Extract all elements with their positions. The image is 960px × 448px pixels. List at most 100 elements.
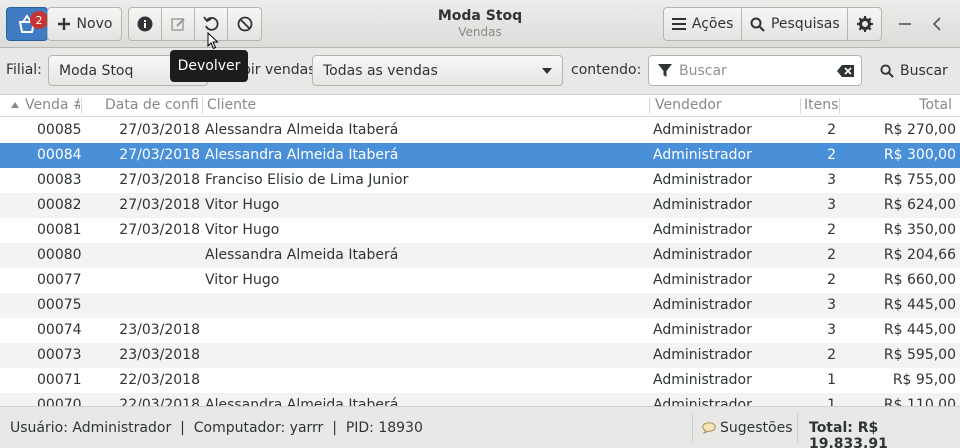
sales-filter-select[interactable]: Todas as vendas — [312, 55, 563, 86]
cancel-icon — [237, 16, 252, 32]
table-row[interactable]: 00070 22/03/2018 Alessandra Almeida Itaber… — [0, 393, 960, 406]
status-divider — [692, 413, 693, 443]
cell-vendedor: Administrador — [653, 247, 752, 263]
back-button[interactable] — [925, 12, 949, 36]
column-divider — [649, 98, 650, 114]
search-icon — [880, 63, 894, 78]
cell-venda: 00083 — [37, 172, 82, 188]
cell-cliente: Alessandra Almeida Itaberá — [205, 247, 399, 263]
suggestions-label: Sugestões — [720, 420, 793, 436]
cell-total: R$ 110,00 — [883, 397, 956, 406]
cell-cliente: Franciso Elisio de Lima Junior — [205, 172, 409, 188]
header-bar: 2 Novo Moda Stoq Vendas Ações Pesquisas — [0, 0, 960, 48]
menu-group: Ações Pesquisas — [663, 7, 882, 41]
table-row[interactable]: 00074 23/03/2018 Administrador 3 R$ 445,00 — [0, 318, 960, 343]
column-header-cliente[interactable]: Cliente — [207, 97, 637, 117]
cell-itens: 3 — [827, 197, 836, 213]
cell-total: R$ 270,00 — [883, 122, 956, 138]
column-header-vendedor[interactable]: Vendedor — [655, 97, 795, 117]
cell-cliente: Vitor Hugo — [205, 222, 280, 238]
cell-itens: 2 — [827, 222, 836, 238]
table-row[interactable]: 00075 Administrador 3 R$ 445,00 — [0, 293, 960, 318]
cell-vendedor: Administrador — [653, 322, 752, 338]
column-divider — [81, 98, 82, 114]
cell-venda: 00085 — [37, 122, 82, 138]
sales-filter-value: Todas as vendas — [323, 62, 438, 79]
actions-menu-button[interactable]: Ações — [664, 8, 743, 40]
menu-icon — [671, 18, 686, 30]
cell-venda: 00075 — [37, 297, 82, 313]
cancel-sale-button[interactable] — [228, 8, 261, 40]
cell-itens: 2 — [827, 272, 836, 288]
cell-venda: 00071 — [37, 372, 82, 388]
table-row[interactable]: 00071 22/03/2018 Administrador 1 R$ 95,00 — [0, 368, 960, 393]
sales-table: Venda # Data de confi Cliente Vendedor I… — [0, 94, 960, 406]
grand-total: Total: R$ 19.833,91 — [809, 420, 888, 448]
table-row[interactable]: 00080 Alessandra Almeida Itaberá Administr… — [0, 243, 960, 268]
column-divider — [800, 98, 801, 114]
undo-icon — [203, 16, 219, 31]
info-icon — [137, 16, 153, 32]
clear-search-icon[interactable] — [837, 64, 855, 78]
cell-itens: 3 — [827, 322, 836, 338]
filter-icon — [658, 64, 672, 77]
searches-menu-button[interactable]: Pesquisas — [742, 8, 849, 40]
table-row[interactable]: 00073 23/03/2018 Administrador 2 R$ 595,00 — [0, 343, 960, 368]
column-header-itens[interactable]: Itens — [804, 97, 838, 117]
table-row[interactable]: 00085 27/03/2018 Alessandra Almeida Itaber… — [0, 118, 960, 143]
edit-icon — [171, 18, 185, 31]
window-subtitle: Vendas — [458, 25, 502, 39]
column-divider — [839, 98, 840, 114]
table-row[interactable]: 00081 27/03/2018 Vitor Hugo Administrador 2 R… — [0, 218, 960, 243]
minimize-button[interactable] — [893, 12, 917, 36]
back-chevron-icon — [932, 17, 941, 31]
cell-cliente: Alessandra Almeida Itaberá — [205, 147, 399, 163]
cell-cliente: Alessandra Almeida Itaberá — [205, 397, 399, 406]
cell-total: R$ 445,00 — [883, 322, 956, 338]
cell-total: R$ 300,00 — [883, 147, 956, 163]
settings-button[interactable] — [848, 8, 881, 40]
gear-icon — [856, 16, 873, 32]
new-button[interactable]: Novo — [47, 7, 122, 41]
window-title: Moda Stoq — [437, 8, 523, 24]
minimize-icon — [899, 23, 911, 25]
details-button[interactable] — [129, 8, 162, 40]
search-button[interactable]: Buscar — [872, 55, 952, 86]
table-row[interactable]: 00084 27/03/2018 Alessandra Almeida Itaber… — [0, 143, 960, 168]
cell-vendedor: Administrador — [653, 297, 752, 313]
cell-vendedor: Administrador — [653, 172, 752, 188]
speech-bubble-icon — [702, 422, 716, 434]
cell-venda: 00082 — [37, 197, 82, 213]
cell-venda: 00080 — [37, 247, 82, 263]
edit-button[interactable] — [162, 8, 195, 40]
sort-ascending-icon — [11, 102, 19, 108]
status-bar: Usuário: Administrador | Computador: yar… — [0, 406, 960, 448]
suggestions-button[interactable]: Sugestões — [702, 420, 793, 436]
cell-data: 27/03/2018 — [119, 122, 200, 138]
cell-total: R$ 95,00 — [892, 372, 956, 388]
branch-select-value: Moda Stoq — [59, 62, 134, 79]
cell-itens: 1 — [827, 397, 836, 406]
cell-venda: 00077 — [37, 272, 82, 288]
cell-itens: 2 — [827, 147, 836, 163]
search-input[interactable] — [679, 61, 829, 81]
table-row[interactable]: 00083 27/03/2018 Franciso Elisio de Lima J… — [0, 168, 960, 193]
cell-data: 22/03/2018 — [119, 397, 200, 406]
cell-total: R$ 445,00 — [883, 297, 956, 313]
cell-itens: 2 — [827, 347, 836, 363]
cart-button[interactable]: 2 — [6, 7, 48, 41]
search-field[interactable] — [648, 55, 862, 86]
actions-menu-label: Ações — [691, 16, 734, 32]
column-divider — [202, 98, 203, 114]
search-button-label: Buscar — [900, 62, 948, 79]
cell-vendedor: Administrador — [653, 147, 752, 163]
table-row[interactable]: 00077 Vitor Hugo Administrador 2 R$ 660,00 — [0, 268, 960, 293]
cell-venda: 00084 — [37, 147, 82, 163]
column-header-data[interactable]: Data de confi — [105, 97, 202, 117]
cell-cliente: Vitor Hugo — [205, 272, 280, 288]
column-header-venda[interactable]: Venda # — [25, 97, 80, 117]
column-header-total[interactable]: Total — [880, 97, 952, 117]
table-row[interactable]: 00082 27/03/2018 Vitor Hugo Administrador 3 R… — [0, 193, 960, 218]
cell-venda: 00073 — [37, 347, 82, 363]
row-actions-group — [128, 7, 262, 41]
